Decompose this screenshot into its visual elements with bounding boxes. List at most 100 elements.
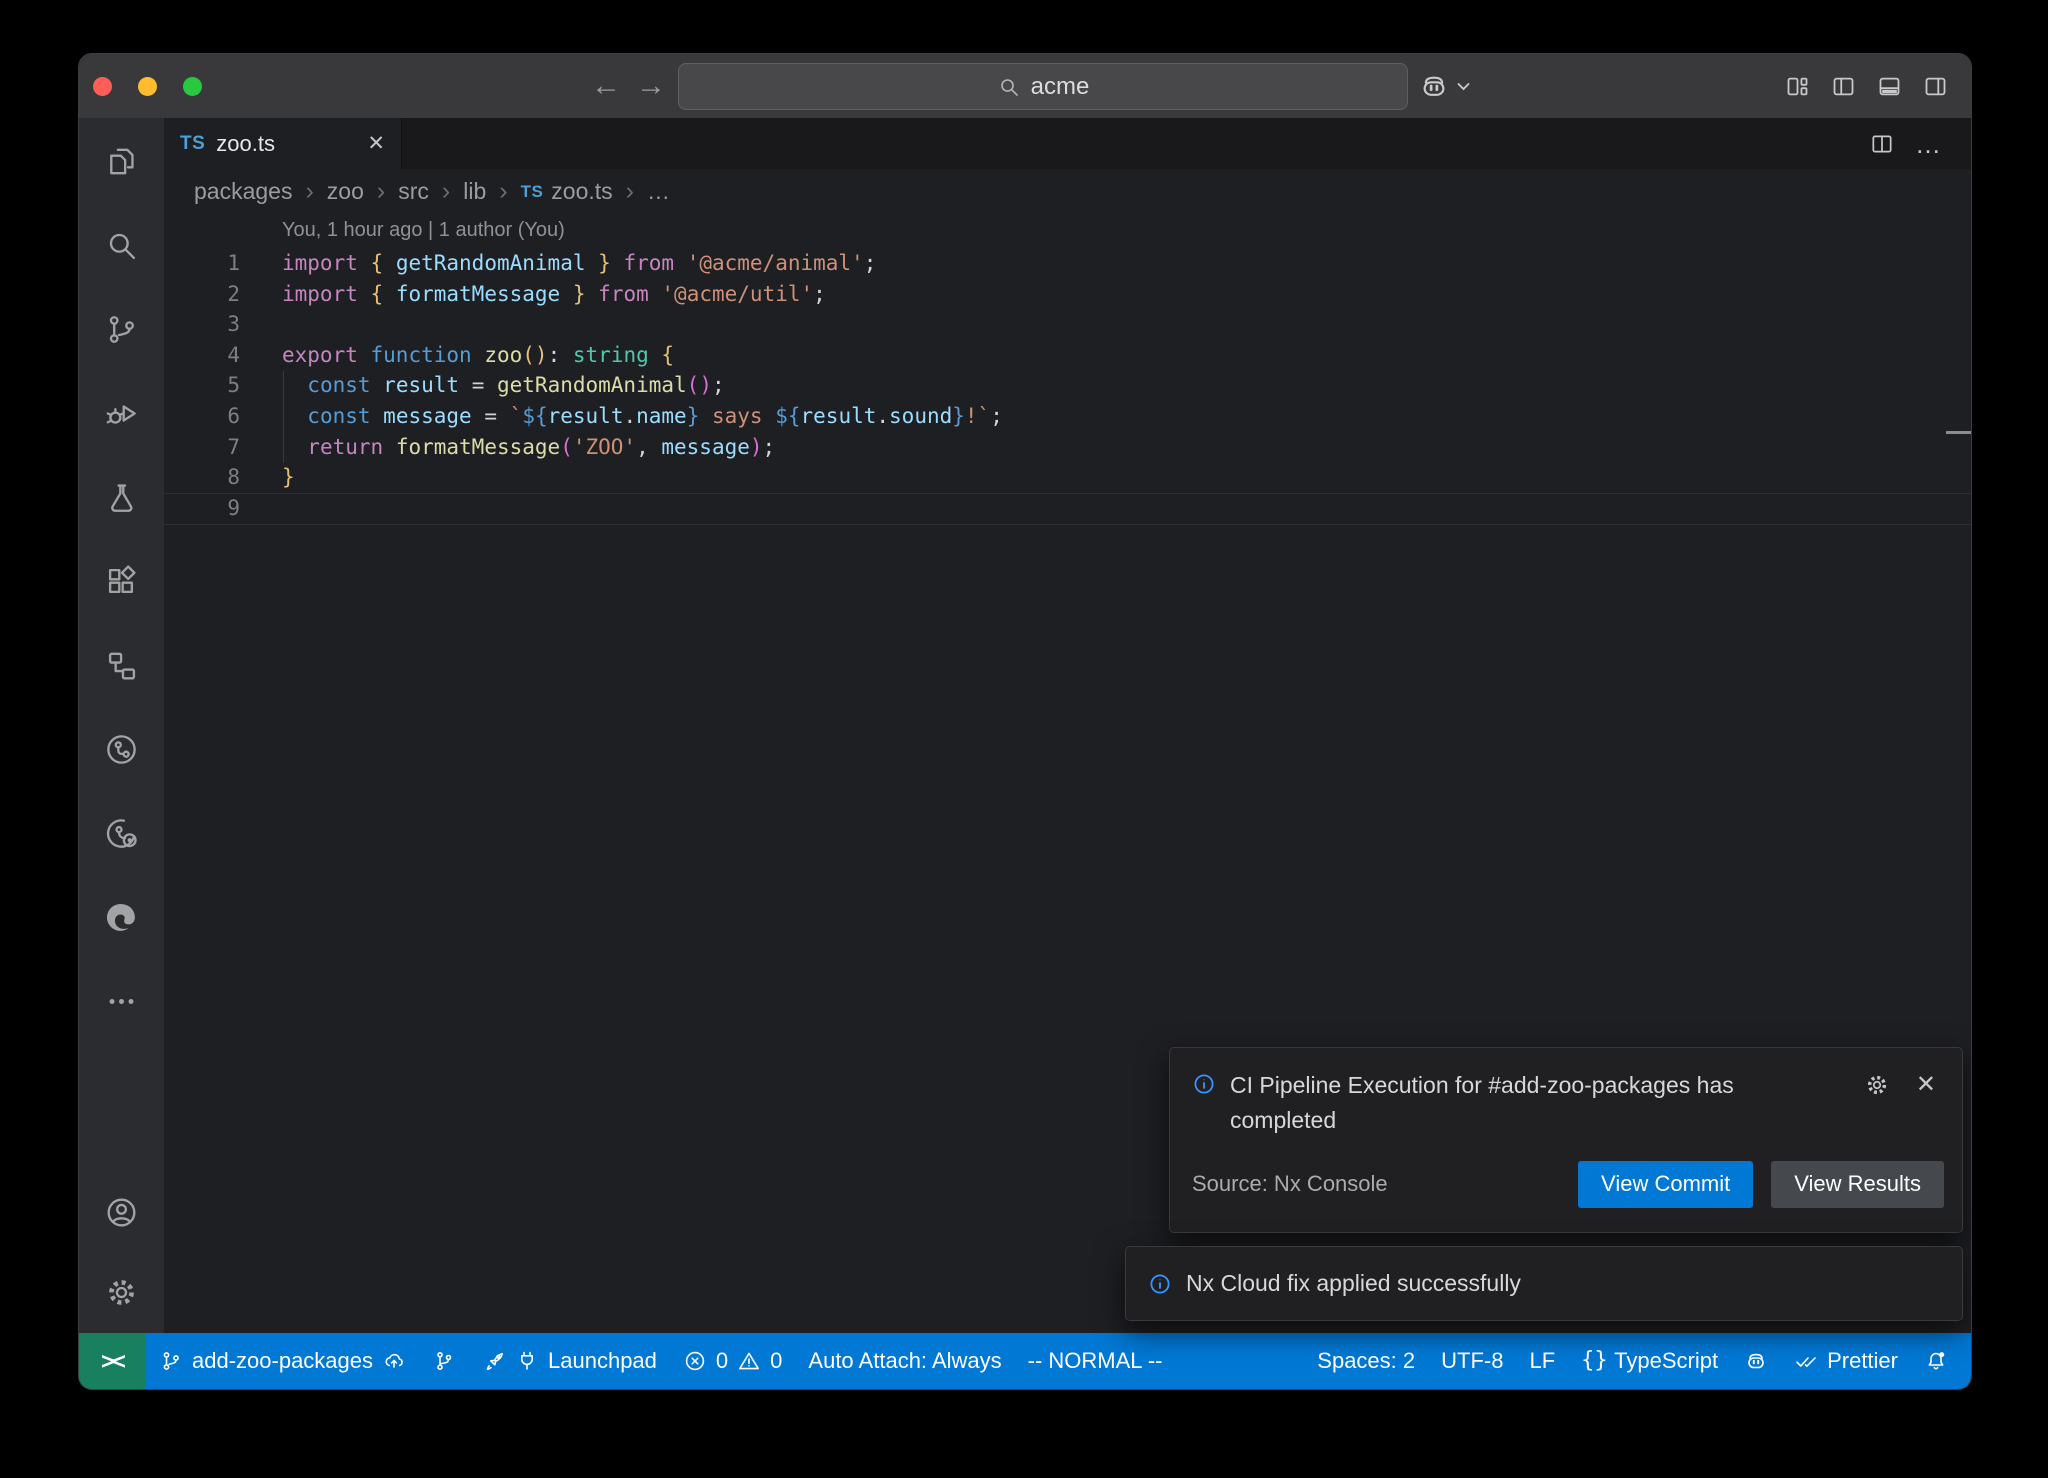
close-notification-icon[interactable]: ✕: [1916, 1070, 1936, 1099]
error-circle-icon: [683, 1349, 707, 1373]
notifications-item[interactable]: [1911, 1333, 1961, 1389]
indentation-item-label: Spaces: 2: [1317, 1348, 1415, 1374]
title-bar: ← → acme: [79, 54, 1971, 118]
maximize-window-button[interactable]: [183, 77, 202, 96]
activity-item-settings-gear[interactable]: [97, 1263, 147, 1321]
toggle-panel-icon[interactable]: [1876, 73, 1903, 100]
code-text: export function zoo(): string {: [282, 340, 674, 371]
activity-item-testing[interactable]: [97, 468, 147, 526]
breadcrumb-item[interactable]: …: [647, 178, 670, 205]
code-line-6[interactable]: 6 const message = `${result.name} says $…: [164, 401, 1971, 432]
code-line-3[interactable]: 3: [164, 309, 1971, 340]
gitlens-item[interactable]: [419, 1333, 469, 1389]
copilot-item[interactable]: [1731, 1333, 1781, 1389]
code-line-4[interactable]: 4export function zoo(): string {: [164, 340, 1971, 371]
status-bar: >< add-zoo-packagesLaunchpad00Auto Attac…: [79, 1333, 1971, 1389]
launchpad-item-label: Launchpad: [548, 1348, 657, 1374]
formatter-item[interactable]: Prettier: [1781, 1333, 1911, 1389]
git-branch-item[interactable]: add-zoo-packages: [146, 1333, 419, 1389]
activity-bar: [79, 118, 164, 1333]
eol-item[interactable]: LF: [1516, 1333, 1568, 1389]
notification-tools: ✕: [1864, 1070, 1936, 1099]
code-line-8[interactable]: 8}: [164, 462, 1971, 493]
code-text: const message = `${result.name} says ${r…: [282, 401, 1003, 432]
code-text: import { formatMessage } from '@acme/uti…: [282, 279, 826, 310]
activity-item-run-debug[interactable]: [97, 384, 147, 442]
launchpad-item[interactable]: Launchpad: [469, 1333, 670, 1389]
customize-layout-icon[interactable]: [1784, 73, 1811, 100]
forward-arrow-icon[interactable]: →: [636, 54, 666, 118]
minimize-window-button[interactable]: [138, 77, 157, 96]
breadcrumb-separator: ›: [499, 177, 507, 206]
notification-message: Nx Cloud fix applied successfully: [1186, 1270, 1521, 1297]
code-line-1[interactable]: 1import { getRandomAnimal } from '@acme/…: [164, 248, 1971, 279]
testing-icon: [104, 480, 139, 515]
activity-item-explorer[interactable]: [97, 132, 147, 190]
breadcrumb-item[interactable]: TSzoo.ts: [521, 178, 613, 205]
remote-indicator[interactable]: ><: [79, 1333, 146, 1389]
plug-icon: [515, 1349, 539, 1373]
view-commit-button[interactable]: View Commit: [1578, 1161, 1753, 1208]
vim-mode-item-label: -- NORMAL --: [1028, 1348, 1163, 1374]
activity-item-hierarchy[interactable]: [97, 636, 147, 694]
code-line-2[interactable]: 2 import { formatMessage } from '@acme/ut…: [164, 279, 1971, 310]
search-icon: [104, 228, 139, 263]
command-center-search[interactable]: acme: [678, 63, 1408, 110]
activity-item-extensions[interactable]: [97, 552, 147, 610]
git-branch-item-label: add-zoo-packages: [192, 1348, 373, 1374]
notification-header: CI Pipeline Execution for #add-zoo-packa…: [1170, 1048, 1962, 1138]
close-tab-icon[interactable]: ✕: [367, 131, 385, 156]
copilot-icon: [1419, 71, 1449, 101]
activity-item-search[interactable]: [97, 216, 147, 274]
activity-item-nx-cloud[interactable]: [97, 804, 147, 862]
source-control-icon: [104, 312, 139, 347]
edge-icon: [104, 900, 139, 935]
code-text: const result = getRandomAnimal();: [282, 370, 725, 401]
toggle-sidebar-icon[interactable]: [1830, 73, 1857, 100]
encoding-item[interactable]: UTF-8: [1428, 1333, 1516, 1389]
notification-footer: Source: Nx Console View Commit View Resu…: [1170, 1148, 1962, 1232]
view-results-button[interactable]: View Results: [1771, 1161, 1944, 1208]
more-actions-icon[interactable]: …: [1915, 139, 1943, 149]
vim-mode-item[interactable]: -- NORMAL --: [1015, 1333, 1176, 1389]
indentation-item[interactable]: Spaces: 2: [1304, 1333, 1428, 1389]
auto-attach-item[interactable]: Auto Attach: Always: [795, 1333, 1014, 1389]
activity-item-source-control[interactable]: [97, 300, 147, 358]
close-window-button[interactable]: [93, 77, 112, 96]
breadcrumb-item[interactable]: zoo: [327, 178, 364, 205]
info-icon: [1148, 1272, 1172, 1296]
gear-icon[interactable]: [1864, 1072, 1890, 1098]
toggle-secondary-sidebar-icon[interactable]: [1922, 73, 1949, 100]
gitlens-branch-icon: [432, 1349, 456, 1373]
breadcrumb-item[interactable]: src: [398, 178, 429, 205]
activity-item-nx-console[interactable]: [97, 720, 147, 778]
status-bar-left: add-zoo-packagesLaunchpad00Auto Attach: …: [146, 1333, 1175, 1389]
tab-zoo-ts[interactable]: TS zoo.ts ✕: [164, 118, 402, 169]
line-number: 7: [164, 432, 240, 463]
code-line-5[interactable]: 5 const result = getRandomAnimal();: [164, 370, 1971, 401]
code-line-7[interactable]: 7 return formatMessage('ZOO', message);: [164, 432, 1971, 463]
code-text: return formatMessage('ZOO', message);: [282, 432, 775, 463]
back-arrow-icon[interactable]: ←: [591, 54, 621, 118]
breadcrumb-item[interactable]: packages: [194, 178, 292, 205]
problems-item-label: 0: [770, 1348, 782, 1374]
accounts-icon: [104, 1195, 139, 1230]
split-editor-icon[interactable]: [1869, 131, 1895, 157]
activity-item-edge[interactable]: [97, 888, 147, 946]
problems-item[interactable]: 00: [670, 1333, 796, 1389]
problems-item-label: 0: [716, 1348, 728, 1374]
bell-dot-icon: [1924, 1349, 1948, 1373]
copilot-icon: [1744, 1349, 1768, 1373]
breadcrumb-label: packages: [194, 178, 292, 205]
breadcrumb-item[interactable]: lib: [463, 178, 486, 205]
breadcrumb-label: …: [647, 178, 670, 205]
activity-item-accounts[interactable]: [97, 1183, 147, 1241]
line-number: 2: [164, 279, 240, 310]
activity-item-more[interactable]: [97, 972, 147, 1030]
breadcrumb-separator: ›: [305, 177, 313, 206]
ts-file-icon: TS: [521, 182, 544, 202]
hierarchy-icon: [104, 648, 139, 683]
breadcrumb-label: src: [398, 178, 429, 205]
copilot-menu[interactable]: [1419, 54, 1471, 118]
language-item[interactable]: {}TypeScript: [1568, 1333, 1731, 1389]
